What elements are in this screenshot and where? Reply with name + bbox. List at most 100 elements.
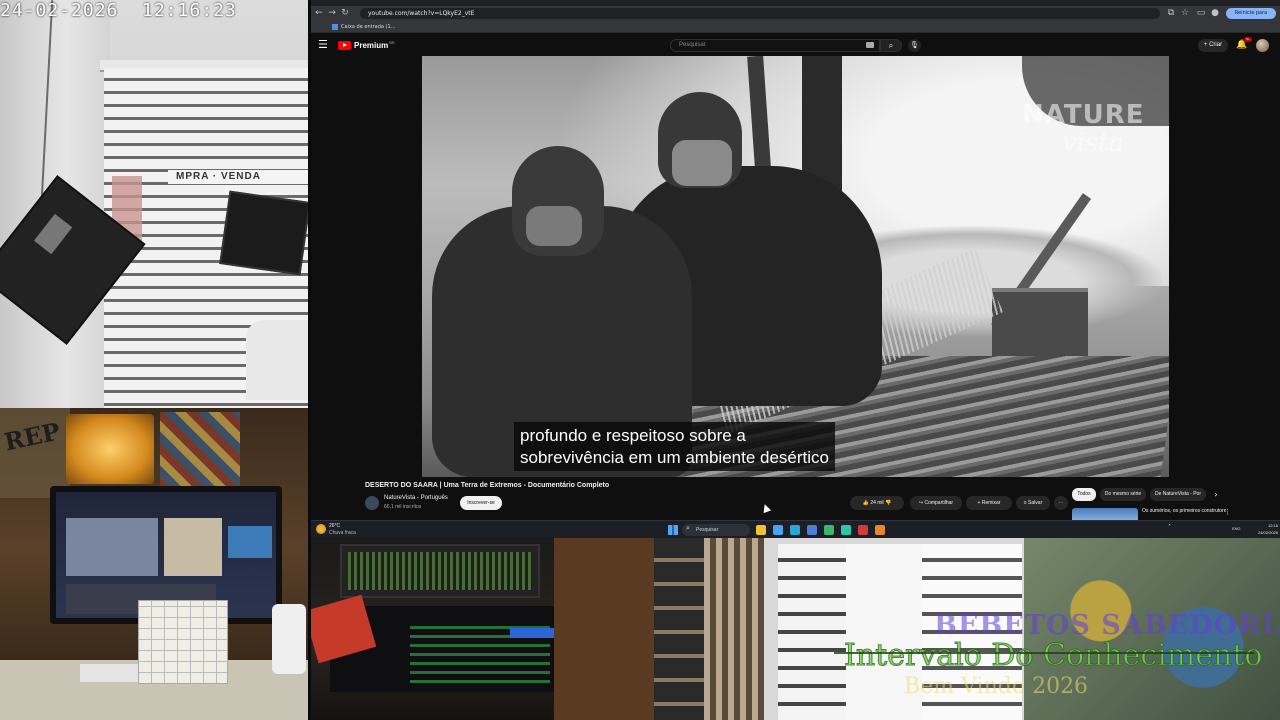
url-field[interactable]: youtube.com/watch?v=LQkyE2_vtE — [360, 8, 1160, 19]
taskbar-app-app-green[interactable] — [824, 525, 834, 535]
keyboard — [80, 664, 140, 682]
feed-divider — [308, 0, 311, 720]
star-icon[interactable]: ☆ — [1180, 8, 1190, 18]
video-face-right — [672, 140, 732, 186]
forward-icon[interactable]: → — [327, 8, 337, 18]
taskbar-app-store[interactable] — [807, 525, 817, 535]
sidebar-icon[interactable]: ▭ — [1196, 8, 1206, 18]
extensions-icon[interactable]: ⧉ — [1166, 8, 1176, 18]
video-wooden-box — [992, 288, 1088, 358]
taskbar-app-app-teal[interactable] — [841, 525, 851, 535]
camera-feed-window: MPRA · VENDA 24-02-2026 12:16:23 — [0, 0, 310, 408]
dislike-icon[interactable]: 👎 — [885, 500, 891, 506]
like-button[interactable]: 👍 24 mil 👎 — [850, 496, 904, 510]
taskbar-app-file-explorer[interactable] — [756, 525, 766, 535]
video-watermark-vista: vista — [1062, 128, 1125, 158]
bookmark-label: Caixa de entrada (1... — [341, 24, 396, 30]
wall-poster — [160, 412, 240, 488]
blue-bar — [510, 628, 554, 638]
remix-button[interactable]: + Remixar — [966, 496, 1012, 510]
voice-search-button[interactable]: 🎙 — [908, 39, 921, 52]
screen-panel — [228, 526, 272, 558]
notification-badge: 9+ — [1244, 37, 1252, 42]
taskbar-app-chrome[interactable] — [773, 525, 783, 535]
waveform — [348, 552, 532, 590]
subtitle-line-1: profundo e respeitoso sobre a — [520, 426, 746, 445]
chip-same-series[interactable]: Do mesmo série — [1100, 488, 1146, 501]
update-button[interactable]: Reinicie para atualizar — [1226, 8, 1276, 27]
subscribe-button[interactable]: Inscrever-se — [460, 496, 502, 510]
camera-feed-room: BEBETOS SABEDORIA Intervalo Do Conhecime… — [554, 538, 1280, 720]
taskbar-app-edge[interactable] — [790, 525, 800, 535]
bottle — [272, 604, 306, 674]
chevron-right-icon[interactable]: › — [1210, 488, 1222, 501]
overlay-strike-line — [834, 652, 1254, 654]
share-button[interactable]: ↪ Compartilhar — [910, 496, 962, 510]
video-subtitles: profundo e respeitoso sobre a sobrevivên… — [514, 422, 835, 471]
overlay-channel-name: BEBETOS SABEDORIA — [934, 610, 1280, 641]
camera-feed-desk: REP — [0, 408, 310, 720]
bookmark-inbox[interactable]: Caixa de entrada (1... — [332, 23, 395, 31]
profile-icon[interactable]: ● — [1210, 8, 1220, 18]
subscriber-count: 66,1 mil inscritos — [384, 504, 422, 510]
logo-text: Premium — [354, 40, 389, 50]
camera-timestamp: 24-02-2026 12:16:23 — [0, 0, 237, 21]
overlay-welcome: Bem Vindo 2026 — [904, 674, 1089, 699]
video-watermark-nature: NATURE — [1022, 100, 1145, 130]
overlay-show-title: Intervalo Do Conhecimento — [844, 638, 1263, 674]
studio-monitor-top — [340, 544, 540, 598]
more-vert-icon[interactable]: ⋮ — [1224, 508, 1231, 516]
video-player[interactable]: NATURE vista profundo e respeitoso sobre… — [422, 56, 1169, 477]
search-button[interactable]: ⌕ — [880, 39, 902, 52]
camera-feed-studio — [310, 538, 554, 720]
chip-all[interactable]: Todos — [1072, 488, 1096, 501]
channel-name[interactable]: NatureVista - Português — [384, 495, 448, 501]
more-actions-button[interactable]: ⋯ — [1054, 496, 1068, 510]
taskbar-app-app-orange[interactable] — [875, 525, 885, 535]
desk-lamp — [66, 414, 154, 484]
address-bar-row: ← → ↻ youtube.com/watch?v=LQkyE2_vtE ⧉ ☆… — [310, 6, 1280, 27]
channel-avatar[interactable] — [365, 496, 379, 510]
recommendation-title[interactable]: Os sumérios, os primeiros construtores d… — [1142, 508, 1226, 514]
screen-panel — [164, 518, 222, 576]
video-title: DESERTO DO SAARA | Uma Terra de Extremos… — [365, 482, 610, 489]
like-count: 👍 24 mil — [862, 500, 884, 506]
screen-panel — [66, 518, 158, 576]
clock-date[interactable]: 24/02/2026 — [1248, 530, 1278, 535]
video-face-left — [526, 206, 582, 246]
street-sign: MPRA · VENDA — [168, 170, 310, 184]
mail-icon — [332, 23, 338, 30]
weather-temperature[interactable]: 26°C — [329, 523, 340, 529]
browser-window: ← → ↻ youtube.com/watch?v=LQkyE2_vtE ⧉ ☆… — [310, 0, 1280, 520]
save-button[interactable]: ≡ Salvar — [1016, 496, 1050, 510]
reload-icon[interactable]: ↻ — [340, 8, 350, 18]
parked-car — [246, 320, 310, 400]
back-icon[interactable]: ← — [314, 8, 324, 18]
weather-icon[interactable] — [316, 524, 326, 534]
subtitle-line-2: sobrevivência em um ambiente desértico — [520, 448, 829, 467]
weather-description[interactable]: Chuva fraca — [329, 530, 356, 536]
windows-start-icon[interactable] — [668, 525, 678, 535]
recommendation-thumbnail[interactable] — [1072, 508, 1138, 520]
taskbar-app-app-red[interactable] — [858, 525, 868, 535]
desk-calendar — [138, 600, 228, 684]
hanging-laptop — [219, 190, 310, 276]
avatar[interactable] — [1256, 39, 1269, 52]
chevron-up-icon[interactable]: ˄ — [1168, 524, 1171, 531]
taskbar-search[interactable]: Pesquisar — [682, 524, 750, 536]
language-indicator[interactable]: ENG — [1232, 526, 1241, 531]
menu-icon[interactable]: ☰ — [318, 39, 330, 51]
create-button[interactable]: + Criar — [1198, 39, 1228, 52]
search-icon: ⌕ — [888, 41, 894, 50]
keyboard-icon[interactable] — [866, 42, 874, 48]
search-input[interactable]: Pesquisar — [670, 39, 880, 52]
mic-icon: 🎙 — [910, 41, 919, 49]
youtube-masthead: ☰ Premium BR Pesquisar ⌕ 🎙 + Criar 🔔 9+ — [310, 34, 1280, 56]
clock-time[interactable]: 12:16 — [1254, 523, 1278, 528]
logo-region: BR — [389, 40, 395, 45]
youtube-logo[interactable]: Premium BR — [338, 40, 395, 50]
chip-channel[interactable]: De NatureVista - Por — [1150, 488, 1206, 501]
youtube-play-icon — [338, 40, 351, 50]
taskbar: 26°C Chuva fraca Pesquisar ˄ ENG 12:16 2… — [310, 520, 1280, 538]
mouse-cursor — [760, 502, 772, 514]
